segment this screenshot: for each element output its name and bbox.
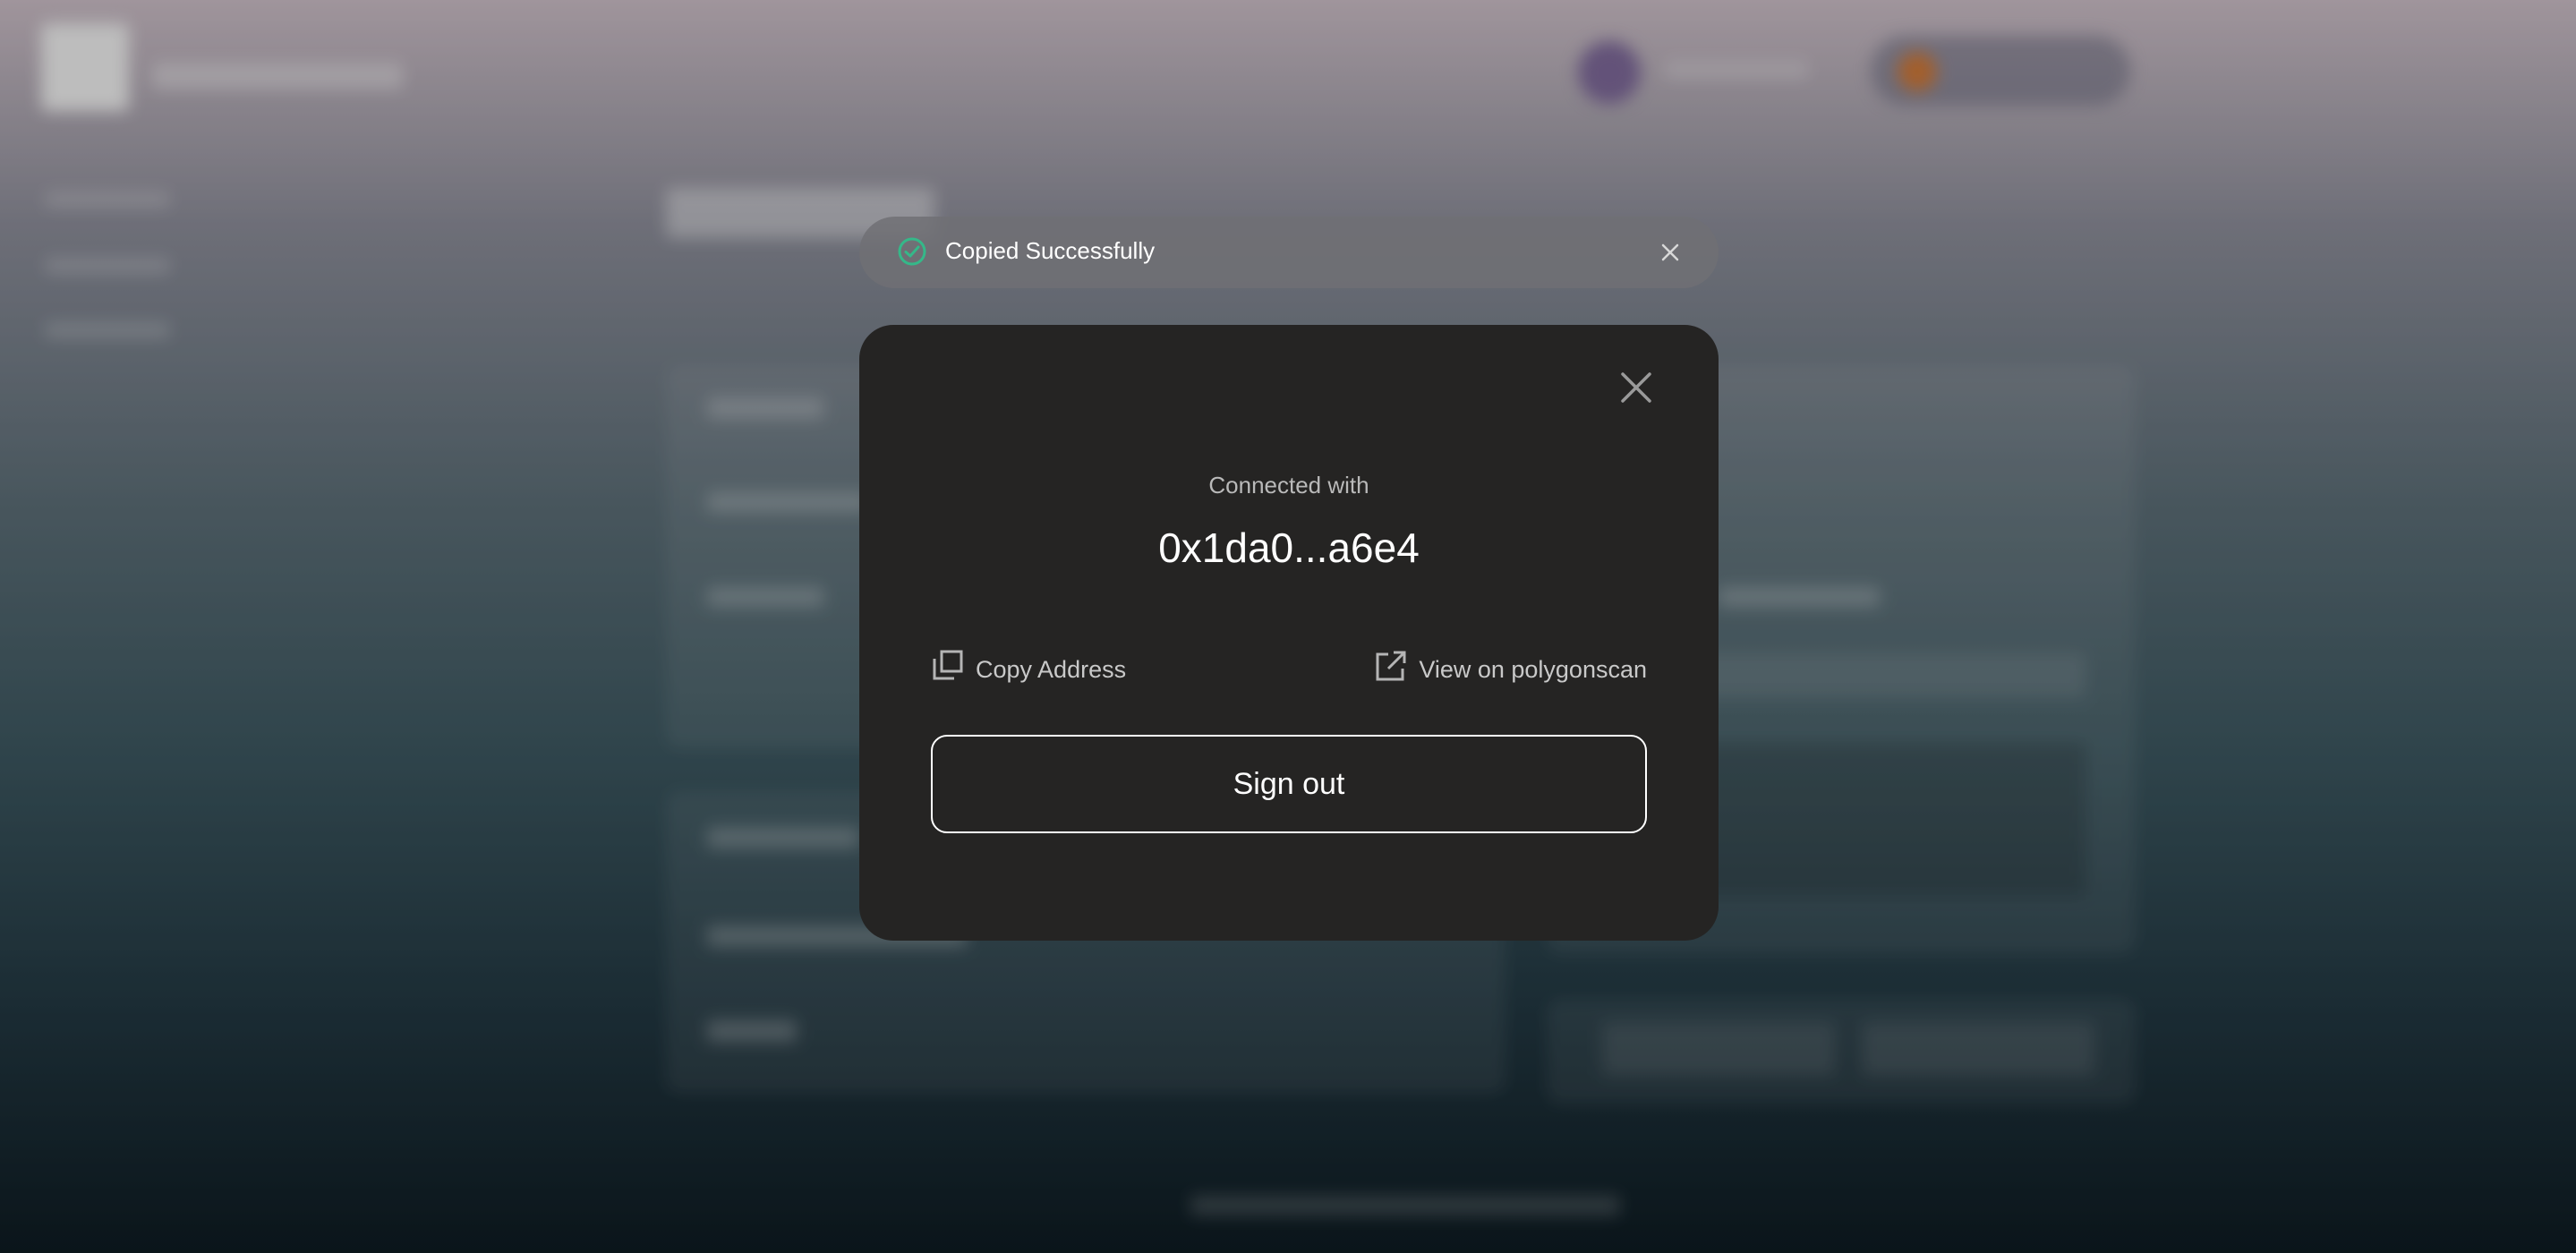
wallet-modal: Connected with 0x1da0...a6e4 Copy Addres… (859, 325, 1719, 941)
wallet-address: 0x1da0...a6e4 (1158, 524, 1420, 571)
external-link-icon (1376, 651, 1406, 681)
toast-notification: Copied Successfully (859, 217, 1719, 288)
check-circle-icon (898, 237, 926, 266)
close-icon[interactable] (1658, 240, 1683, 265)
copy-icon (933, 650, 963, 680)
copy-address-button[interactable]: Copy Address (931, 649, 1126, 690)
sign-out-button[interactable]: Sign out (931, 735, 1647, 833)
view-on-explorer-label: View on polygonscan (1419, 655, 1647, 683)
view-on-explorer-link[interactable]: View on polygonscan (1374, 649, 1647, 690)
connected-label: Connected with (1208, 472, 1369, 499)
copy-address-label: Copy Address (976, 655, 1127, 683)
toast-message: Copied Successfully (945, 237, 1156, 264)
close-icon[interactable] (1618, 370, 1654, 405)
